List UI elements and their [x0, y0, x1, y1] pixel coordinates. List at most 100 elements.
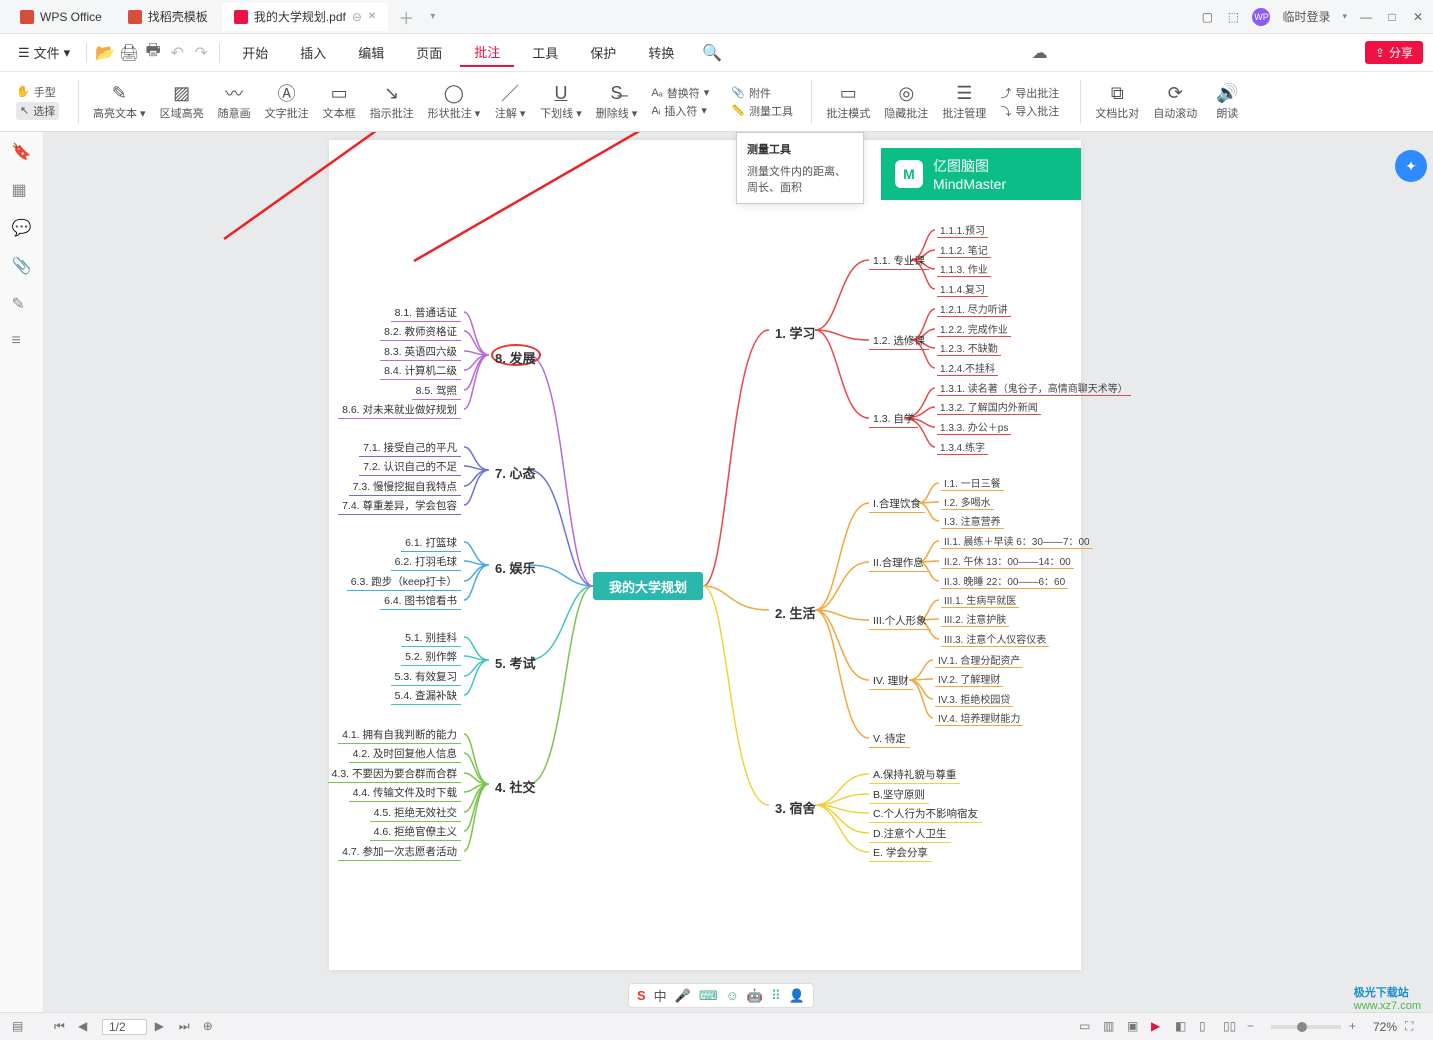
replace-button[interactable]: Aₐ 替换符 ▾ — [651, 85, 709, 101]
menutab-start[interactable]: 开始 — [228, 39, 282, 66]
prev-page-button[interactable]: ◀ — [78, 1019, 94, 1035]
tab-wps[interactable]: WPS Office — [8, 3, 114, 31]
leaf: 1.3. 自学 — [869, 410, 918, 428]
zoom-out-button[interactable]: − — [1247, 1019, 1263, 1035]
single-icon[interactable]: ▯ — [1199, 1019, 1215, 1035]
menutab-edit[interactable]: 编辑 — [344, 39, 398, 66]
cube-icon[interactable]: ⬚ — [1226, 10, 1240, 24]
panel-icon[interactable]: ▢ — [1200, 10, 1214, 24]
toc-icon[interactable]: ▤ — [12, 1019, 28, 1035]
tab-dropdown[interactable]: ▾ — [422, 11, 443, 22]
underline-button[interactable]: U下划线 ▾ — [534, 80, 588, 123]
menutab-convert[interactable]: 转换 — [634, 39, 688, 66]
view1-icon[interactable]: ▭ — [1079, 1019, 1095, 1035]
open-icon[interactable]: 📂 — [95, 43, 115, 63]
avatar[interactable]: WP — [1252, 8, 1270, 26]
leaf: 1.2.1. 尽力听讲 — [937, 301, 1011, 317]
leaf: 1.2.4.不挂科 — [937, 360, 998, 376]
strikeout-button[interactable]: S̶删除线 ▾ — [590, 80, 644, 123]
add-tab-button[interactable]: ＋ — [390, 5, 422, 29]
hide-button[interactable]: ◎隐藏批注 — [878, 80, 934, 123]
highlight-button[interactable]: ✎高亮文本 ▾ — [87, 80, 152, 123]
hand-tool[interactable]: ✋ 手型 — [16, 84, 56, 100]
measure-button[interactable]: 📏 测量工具 — [731, 103, 793, 119]
leaf: 4.4. 传输文件及时下载 — [349, 784, 461, 802]
first-page-button[interactable]: ⏮ — [54, 1019, 70, 1035]
login-label[interactable]: 临时登录 — [1282, 8, 1330, 25]
page-indicator[interactable]: 1/2 — [102, 1019, 147, 1035]
view3-icon[interactable]: ▣ — [1127, 1019, 1143, 1035]
canvas[interactable]: ✦ 测量工具 测量文件内的距离、周长、面积 M 亿图脑图MindMaster — [44, 132, 1433, 1012]
menutab-page[interactable]: 页面 — [402, 39, 456, 66]
ime-bar[interactable]: S 中🎤⌨☺🤖⠿👤 — [628, 983, 814, 1008]
menutab-tools[interactable]: 工具 — [518, 39, 572, 66]
export-button[interactable]: ⤴ 导出批注 — [1000, 85, 1059, 101]
play-button[interactable]: ▶ — [1151, 1019, 1167, 1035]
branch-1: 1. 学习 — [769, 321, 821, 344]
continuous-icon[interactable]: ▯▯ — [1223, 1019, 1239, 1035]
tab-template[interactable]: 找稻壳模板 — [116, 3, 220, 31]
bookmark-icon[interactable]: 🔖 — [12, 142, 32, 162]
leaf: 1.1. 专业课 — [869, 252, 929, 270]
undo-icon[interactable]: ↶ — [167, 43, 187, 63]
leaf: 8.1. 普通话证 — [391, 304, 461, 322]
thumbnail-icon[interactable]: ▦ — [12, 180, 32, 200]
search-icon[interactable]: 🔍 — [702, 43, 722, 63]
scroll-button[interactable]: ⟳自动滚动 — [1147, 80, 1203, 123]
print-icon[interactable]: 🖶 — [143, 43, 163, 63]
redo-icon[interactable]: ↷ — [191, 43, 211, 63]
leaf: 1.2. 选修课 — [869, 332, 929, 350]
leaf: 5.4. 查漏补缺 — [391, 687, 461, 705]
minimize-button[interactable]: — — [1359, 10, 1373, 24]
leaf: III.2. 注意护肤 — [941, 611, 1009, 627]
menutab-protect[interactable]: 保护 — [576, 39, 630, 66]
last-page-button[interactable]: ⏭ — [179, 1019, 195, 1035]
pin-icon[interactable]: ⊖ — [352, 10, 362, 24]
sidebar: 🔖 ▦ 💬 📎 ✎ ≡ — [0, 132, 44, 1012]
mode-button[interactable]: ▭批注模式 — [820, 80, 876, 123]
textbox-button[interactable]: ▭文本框 — [317, 80, 362, 123]
menutab-annotate[interactable]: 批注 — [460, 38, 514, 67]
compare-button[interactable]: ⧉文档比对 — [1089, 80, 1145, 123]
menu-button[interactable]: ☰ 文件 ▾ — [10, 39, 78, 66]
leaf: 1.1.2. 笔记 — [937, 242, 991, 258]
zoom-in-button[interactable]: + — [1349, 1019, 1365, 1035]
point-note-button[interactable]: ↘指示批注 — [364, 80, 420, 123]
annotate-button[interactable]: ／注解 ▾ — [488, 80, 532, 123]
fullscreen-button[interactable]: ⛶ — [1405, 1019, 1421, 1035]
zoom-level[interactable]: 72% — [1373, 1020, 1397, 1034]
float-assist-button[interactable]: ✦ — [1395, 150, 1427, 182]
cloud-icon[interactable]: ☁ — [1030, 43, 1050, 63]
leaf: 4.1. 拥有自我判断的能力 — [338, 726, 461, 744]
manage-button[interactable]: ☰批注管理 — [936, 80, 992, 123]
locate-icon[interactable]: ⊕ — [203, 1019, 219, 1035]
insert-button[interactable]: Aᵢ 插入符 ▾ — [651, 103, 707, 119]
select-tool[interactable]: ↖ 选择 — [16, 102, 59, 120]
next-page-button[interactable]: ▶ — [155, 1019, 171, 1035]
share-button[interactable]: ⇪ 分享 — [1365, 41, 1423, 64]
scribble-button[interactable]: 〰随意画 — [212, 80, 257, 123]
sign-icon[interactable]: ✎ — [12, 294, 32, 314]
leaf: 7.4. 尊重差异，学会包容 — [338, 497, 461, 515]
tab-document[interactable]: 我的大学规划.pdf⊖✕ — [222, 3, 388, 31]
branch-4: 4. 社交 — [489, 775, 541, 798]
fit-icon[interactable]: ◧ — [1175, 1019, 1191, 1035]
maximize-button[interactable]: □ — [1385, 10, 1399, 24]
import-button[interactable]: ⤵ 导入批注 — [1000, 103, 1059, 119]
menutab-insert[interactable]: 插入 — [286, 39, 340, 66]
close-window-button[interactable]: ✕ — [1411, 10, 1425, 24]
save-icon[interactable]: 🖨 — [119, 43, 139, 63]
layers-icon[interactable]: ≡ — [12, 332, 32, 352]
read-button[interactable]: 🔊朗读 — [1205, 80, 1249, 123]
text-note-button[interactable]: Ⓐ文字批注 — [259, 80, 315, 123]
close-tab-icon[interactable]: ✕ — [368, 11, 376, 22]
area-highlight-button[interactable]: ▨区域高亮 — [154, 80, 210, 123]
attach-button[interactable]: 📎 附件 — [731, 85, 771, 101]
view2-icon[interactable]: ▥ — [1103, 1019, 1119, 1035]
leaf: 8.3. 英语四六级 — [380, 343, 461, 361]
leaf: II.1. 晨练＋早读 6：30——7：00 — [941, 533, 1093, 549]
zoom-slider[interactable] — [1271, 1025, 1341, 1029]
attachment-icon[interactable]: 📎 — [12, 256, 32, 276]
shape-note-button[interactable]: ◯形状批注 ▾ — [422, 80, 487, 123]
comment-icon[interactable]: 💬 — [12, 218, 32, 238]
